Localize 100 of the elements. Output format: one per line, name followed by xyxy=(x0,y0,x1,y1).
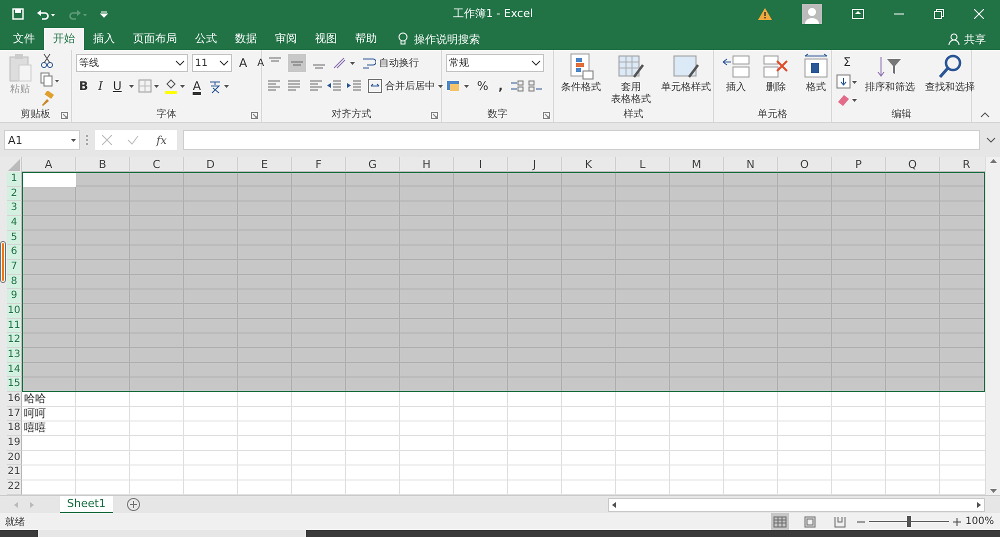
row-header[interactable]: 10 xyxy=(7,304,22,319)
formula-input[interactable] xyxy=(183,130,980,150)
row-header[interactable]: 19 xyxy=(7,436,22,451)
increase-decimal-icon[interactable] xyxy=(510,79,524,93)
row-header[interactable]: 4 xyxy=(7,216,22,231)
ribbon-button[interactable]: 单元格样式 xyxy=(658,53,714,108)
taskbar-search-field[interactable] xyxy=(38,530,306,537)
row-header[interactable]: 7 xyxy=(7,260,22,275)
scroll-up-icon[interactable] xyxy=(990,159,996,163)
insert-function-button[interactable]: fx xyxy=(153,131,170,149)
scroll-right-icon[interactable] xyxy=(977,502,981,508)
vertical-scrollbar[interactable] xyxy=(985,157,1000,495)
font-size-field[interactable]: 11 xyxy=(192,54,232,72)
column-header[interactable]: E xyxy=(238,157,292,172)
decrease-indent-icon[interactable] xyxy=(326,79,342,93)
percent-button[interactable]: % xyxy=(474,77,492,95)
column-header[interactable]: P xyxy=(832,157,886,172)
decrease-decimal-icon[interactable] xyxy=(528,79,542,93)
merge-center-button[interactable]: 合并后居中 xyxy=(366,77,445,95)
ribbon-button[interactable]: 套用 表格格式 xyxy=(608,53,654,108)
close-icon[interactable] xyxy=(974,8,984,18)
ribbon-tab[interactable]: 插入 xyxy=(84,28,124,50)
ribbon-button[interactable]: 插入 xyxy=(718,53,754,108)
row-header[interactable]: 16 xyxy=(7,392,22,407)
row-header[interactable]: 12 xyxy=(7,333,22,348)
ribbon-button[interactable]: 排序和筛选 xyxy=(862,53,918,108)
scroll-down-icon[interactable] xyxy=(990,489,996,493)
wrap-text-button[interactable]: 自动换行 xyxy=(360,54,421,72)
column-header[interactable]: A xyxy=(22,157,76,172)
increase-indent-icon[interactable] xyxy=(346,79,362,93)
dialog-launcher-icon[interactable] xyxy=(431,112,438,119)
ribbon-tab[interactable]: 开始 xyxy=(44,28,84,50)
ribbon-button[interactable]: 查找和选择 xyxy=(922,53,978,108)
restore-icon[interactable] xyxy=(934,8,944,18)
vertical-align-button[interactable] xyxy=(288,54,306,72)
column-header[interactable]: J xyxy=(508,157,562,172)
column-header[interactable]: O xyxy=(778,157,832,172)
ribbon-button[interactable]: 删除 xyxy=(758,53,794,108)
row-header[interactable]: 20 xyxy=(7,450,22,466)
column-header[interactable]: G xyxy=(346,157,400,172)
row-header[interactable]: 8 xyxy=(7,274,22,290)
collapse-ribbon-icon[interactable] xyxy=(980,112,990,118)
fill-down-icon[interactable] xyxy=(836,74,858,90)
view-button[interactable] xyxy=(771,512,790,530)
italic-button[interactable]: I xyxy=(95,77,106,95)
add-sheet-icon[interactable] xyxy=(126,498,140,511)
avatar-icon[interactable] xyxy=(802,4,822,24)
column-header[interactable]: M xyxy=(670,157,724,172)
dialog-launcher-icon[interactable] xyxy=(543,112,550,119)
ribbon-tab[interactable]: 数据 xyxy=(226,28,266,50)
ribbon-tab[interactable]: 视图 xyxy=(306,28,346,50)
ribbon-tab[interactable]: 页面布局 xyxy=(124,28,186,50)
fill-color-icon[interactable] xyxy=(164,78,186,94)
orientation-icon[interactable] xyxy=(332,55,356,71)
share-button[interactable]: 共享 xyxy=(948,28,1000,50)
dialog-launcher-icon[interactable] xyxy=(251,112,258,119)
borders-icon[interactable] xyxy=(138,79,160,93)
row-header[interactable]: 22 xyxy=(7,480,22,495)
undo-icon[interactable] xyxy=(36,8,56,20)
name-box[interactable]: A1 xyxy=(4,130,80,150)
column-header[interactable]: Q xyxy=(886,157,940,172)
row-header[interactable]: 17 xyxy=(7,406,22,422)
zoom-in-icon[interactable] xyxy=(953,518,962,526)
zoom-slider-thumb[interactable] xyxy=(907,516,912,527)
bold-button[interactable]: B xyxy=(76,77,92,95)
ribbon-tab[interactable]: 公式 xyxy=(186,28,226,50)
font-color-button[interactable]: A xyxy=(190,77,204,95)
customize-caret-icon[interactable] xyxy=(100,10,108,18)
column-header[interactable]: L xyxy=(616,157,670,172)
scroll-left-icon[interactable] xyxy=(612,502,616,508)
column-header[interactable]: C xyxy=(130,157,184,172)
ribbon-button[interactable]: 条件格式 xyxy=(558,53,604,108)
column-header[interactable]: H xyxy=(400,157,454,172)
horizontal-scrollbar[interactable] xyxy=(608,498,985,512)
row-header[interactable]: 3 xyxy=(7,201,22,216)
ribbon-tab[interactable]: 文件 xyxy=(4,28,44,50)
row-header[interactable]: 5 xyxy=(7,230,22,246)
shrink-font-button[interactable]: A xyxy=(254,54,268,72)
row-header[interactable]: 13 xyxy=(7,348,22,363)
row-header[interactable]: 2 xyxy=(7,186,22,202)
comma-button[interactable]: , xyxy=(495,77,506,95)
underline-button[interactable]: U xyxy=(110,77,125,95)
copy-icon[interactable] xyxy=(40,72,60,88)
grow-font-button[interactable]: A xyxy=(236,54,250,72)
column-header[interactable]: D xyxy=(184,157,238,172)
ribbon-tab[interactable]: 审阅 xyxy=(266,28,306,50)
row-header[interactable]: 14 xyxy=(7,362,22,378)
autosum-button[interactable]: Σ xyxy=(836,53,858,71)
column-header[interactable]: N xyxy=(724,157,778,172)
ribbon-button[interactable]: 格式 xyxy=(798,53,834,108)
align-center-icon[interactable] xyxy=(286,79,302,93)
expand-formula-icon[interactable] xyxy=(986,137,996,143)
row-header[interactable]: 18 xyxy=(7,421,22,436)
row-header[interactable]: 15 xyxy=(7,377,22,392)
drag-handle[interactable] xyxy=(0,240,6,283)
scissors-icon[interactable] xyxy=(40,53,54,69)
save-icon[interactable] xyxy=(12,8,24,20)
sheet-tab[interactable]: Sheet1 xyxy=(60,496,113,514)
row-header[interactable]: 9 xyxy=(7,289,22,304)
accounting-icon[interactable] xyxy=(446,79,470,93)
